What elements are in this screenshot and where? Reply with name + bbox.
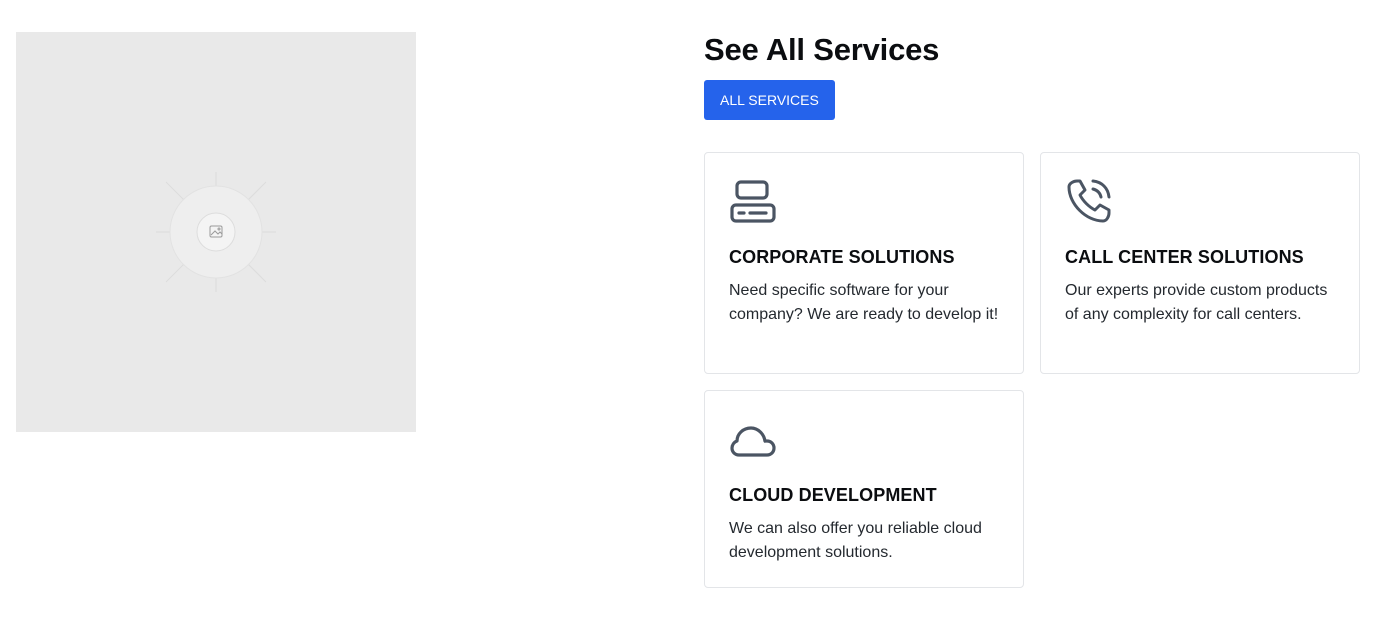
image-placeholder-icon: [156, 172, 276, 292]
service-card-title: CLOUD DEVELOPMENT: [729, 485, 937, 505]
page: See All Services ALL SERVICES CORPORATE …: [0, 0, 1376, 620]
section-title: See All Services: [704, 32, 940, 67]
service-card-description: We can also offer you reliable cloud dev…: [729, 520, 982, 561]
service-card-description: Our experts provide custom products of a…: [1065, 282, 1328, 323]
all-services-button[interactable]: ALL SERVICES: [704, 80, 835, 120]
cloud-icon: [729, 415, 777, 463]
image-placeholder: [16, 32, 416, 432]
server-icon: [729, 177, 777, 225]
services-section: See All Services ALL SERVICES CORPORATE …: [704, 32, 1360, 588]
service-card-title: CALL CENTER SOLUTIONS: [1065, 247, 1304, 267]
service-card-corporate[interactable]: CORPORATE SOLUTIONS Need specific softwa…: [704, 152, 1024, 374]
service-card-cloud[interactable]: CLOUD DEVELOPMENT We can also offer you …: [704, 390, 1024, 588]
service-card-title: CORPORATE SOLUTIONS: [729, 247, 955, 267]
phone-call-icon: [1065, 177, 1113, 225]
service-card-description: Need specific software for your company?…: [729, 282, 999, 323]
service-card-call-center[interactable]: CALL CENTER SOLUTIONS Our experts provid…: [1040, 152, 1360, 374]
